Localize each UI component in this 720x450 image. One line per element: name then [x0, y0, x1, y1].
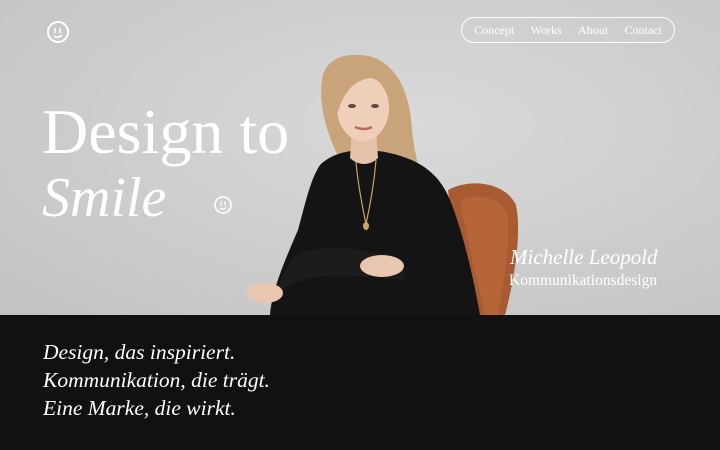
tagline-2: Kommunikation, die trägt.	[43, 368, 270, 392]
tagline-3: Eine Marke, die wirkt.	[43, 396, 236, 420]
main-nav: Concept Works About Contact	[461, 17, 675, 43]
hero-headline-line1: Design to	[42, 96, 290, 167]
nav-item-concept[interactable]: Concept	[474, 23, 514, 38]
hero-headline-line2: Smile	[42, 167, 167, 229]
nav-item-works[interactable]: Works	[531, 23, 562, 38]
nav-item-about[interactable]: About	[578, 23, 608, 38]
hero-section: Concept Works About Contact Design to Sm…	[0, 0, 720, 315]
tagline-1: Design, das inspiriert.	[43, 340, 236, 364]
person-name: Michelle Leopold	[510, 245, 658, 269]
person-role: Kommunikationsdesign	[509, 272, 658, 289]
brand-logo-icon[interactable]	[46, 20, 70, 44]
tagline-section: Design, das inspiriert. Kommunikation, d…	[0, 315, 720, 450]
smiley-icon	[214, 196, 232, 214]
nav-item-contact[interactable]: Contact	[624, 23, 661, 38]
